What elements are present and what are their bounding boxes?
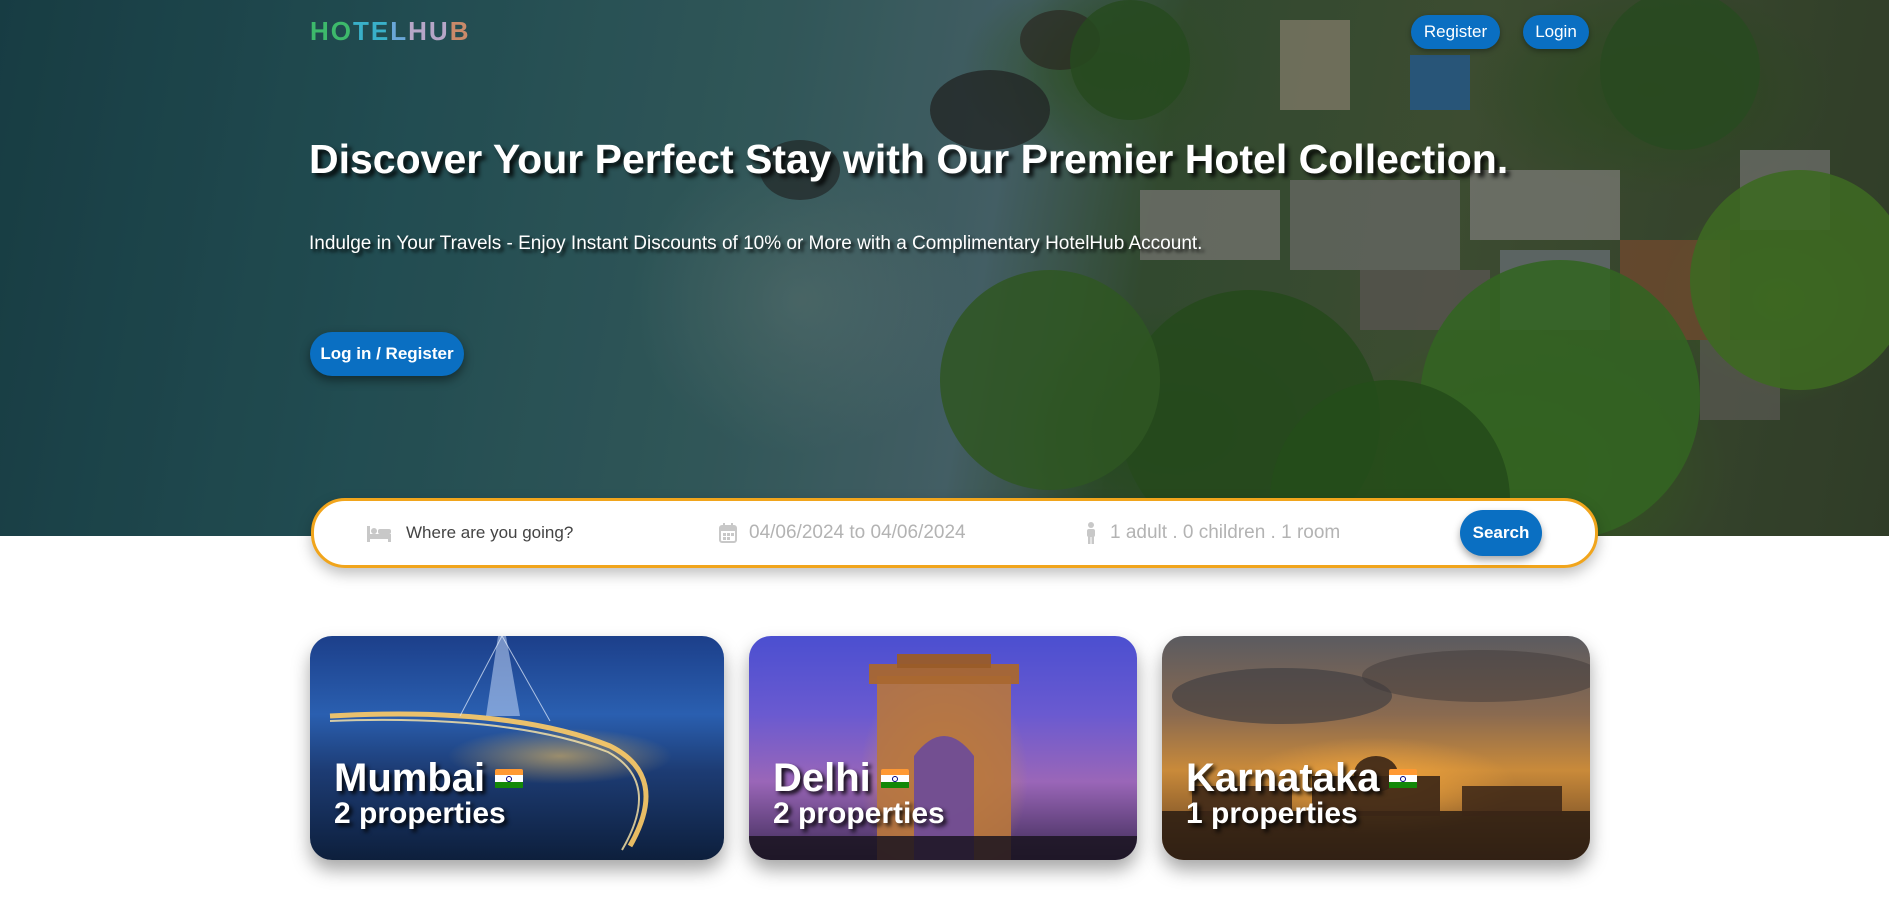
- logo-letter: O: [330, 16, 354, 46]
- date-range-field[interactable]: 04/06/2024 to 04/06/2024: [719, 501, 966, 565]
- india-flag-icon: [495, 768, 524, 789]
- logo-letter: H: [408, 16, 429, 46]
- bed-icon: [367, 526, 391, 542]
- hero-title: Discover Your Perfect Stay with Our Prem…: [309, 136, 1509, 182]
- person-icon: [1087, 522, 1095, 544]
- city-name: Delhi: [773, 756, 909, 801]
- hotelhub-logo[interactable]: HOTELHUB: [310, 16, 470, 47]
- city-name-text: Delhi: [773, 756, 871, 800]
- property-count: 2 properties: [773, 797, 945, 830]
- register-button[interactable]: Register: [1411, 15, 1500, 49]
- logo-letter: H: [310, 16, 331, 46]
- search-bar: 04/06/2024 to 04/06/2024 1 adult . 0 chi…: [311, 498, 1598, 568]
- login-button[interactable]: Login: [1523, 15, 1589, 49]
- destination-input[interactable]: [404, 522, 648, 544]
- hero-banner: [0, 0, 1889, 536]
- property-count: 2 properties: [334, 797, 506, 830]
- logo-letter: T: [353, 16, 371, 46]
- destination-field[interactable]: [366, 501, 648, 565]
- date-range-text: 04/06/2024 to 04/06/2024: [749, 522, 966, 543]
- calendar-icon: [719, 523, 737, 543]
- search-button[interactable]: Search: [1460, 510, 1542, 556]
- logo-letter: L: [390, 16, 409, 46]
- logo-letter: B: [449, 16, 471, 46]
- guests-field[interactable]: 1 adult . 0 children . 1 room: [1084, 501, 1340, 565]
- city-card-mumbai[interactable]: Mumbai 2 properties: [310, 636, 724, 860]
- city-card-karnataka[interactable]: Karnataka 1 properties: [1162, 636, 1590, 860]
- logo-letter: U: [428, 16, 450, 46]
- city-name-text: Mumbai: [334, 756, 486, 800]
- city-card-delhi[interactable]: Delhi 2 properties: [749, 636, 1137, 860]
- city-name: Mumbai: [334, 756, 524, 801]
- india-flag-icon: [1389, 768, 1418, 789]
- hero-subtitle: Indulge in Your Travels - Enjoy Instant …: [309, 233, 1203, 254]
- property-count: 1 properties: [1186, 797, 1358, 830]
- india-flag-icon: [880, 768, 909, 789]
- logo-letter: E: [370, 16, 391, 46]
- login-register-button[interactable]: Log in / Register: [310, 332, 464, 376]
- city-name-text: Karnataka: [1186, 756, 1380, 800]
- city-name: Karnataka: [1186, 756, 1418, 801]
- hero-overlay: [0, 0, 1889, 536]
- guests-text: 1 adult . 0 children . 1 room: [1110, 522, 1341, 543]
